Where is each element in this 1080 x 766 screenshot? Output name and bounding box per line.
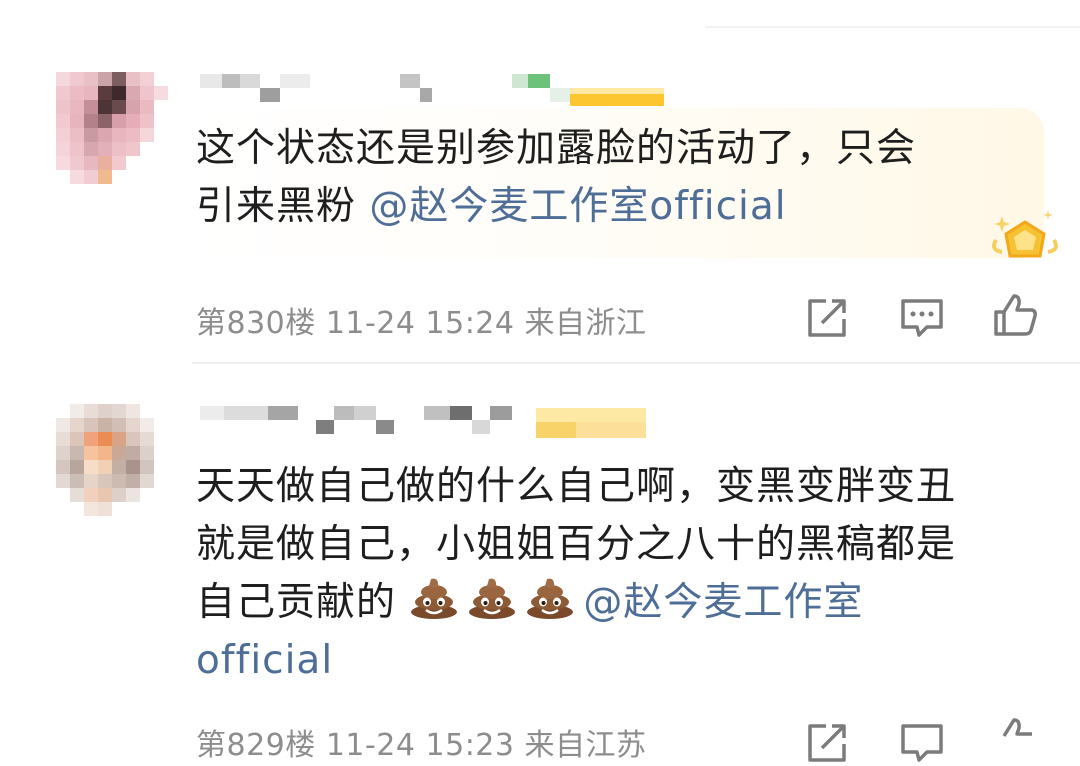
comment-line: 天天做自己做的什么自己啊，变黑变胖变丑 [196, 464, 957, 509]
floor-number: 第830楼 [196, 306, 316, 341]
share-icon[interactable] [804, 720, 850, 766]
comment-line: 就是做自己，小姐姐百分之八十的黑稿都是 [196, 522, 957, 567]
comment-meta: 第829楼 11-24 15:23 来自江苏 [196, 720, 647, 764]
mention-link[interactable]: @赵今麦工作室official [369, 184, 786, 229]
mention-link[interactable]: @赵今麦工作室 [583, 580, 863, 625]
avatar[interactable] [56, 72, 168, 184]
like-icon[interactable] [992, 716, 1038, 762]
vip-crown-icon [992, 210, 1058, 258]
comment-text-span: 自己贡献的 [196, 580, 397, 625]
poop-emoji [411, 578, 458, 619]
comment-text-span: 引来黑粉 [196, 184, 370, 229]
username-blurred[interactable] [200, 74, 570, 106]
comment-line: 引来黑粉 @赵今麦工作室official [196, 178, 916, 236]
poop-emoji [469, 578, 516, 619]
comment-text: 天天做自己做的什么自己啊，变黑变胖变丑 就是做自己，小姐姐百分之八十的黑稿都是 … [196, 458, 956, 690]
comment-text: 这个状态还是别参加露脸的活动了，只会 引来黑粉 @赵今麦工作室official [196, 120, 916, 236]
comment-meta: 第830楼 11-24 15:24 来自浙江 [196, 298, 647, 342]
comment-time: 11-24 15:24 [325, 306, 515, 341]
comment-item: 天天做自己做的什么自己啊，变黑变胖变丑 就是做自己，小姐姐百分之八十的黑稿都是 … [0, 368, 1080, 763]
poop-emoji [527, 578, 574, 619]
comment-time: 11-24 15:23 [325, 728, 515, 763]
share-icon[interactable] [804, 295, 850, 341]
reply-icon[interactable] [899, 295, 945, 341]
reply-icon[interactable] [899, 720, 945, 766]
comment-location: 来自浙江 [524, 306, 647, 341]
mention-link-continued[interactable]: official [196, 638, 333, 683]
comment-location: 来自江苏 [524, 728, 647, 763]
comment-item: 这个状态还是别参加露脸的活动了，只会 引来黑粉 @赵今麦工作室official … [0, 0, 1080, 365]
floor-number: 第829楼 [196, 728, 316, 763]
like-icon[interactable] [992, 292, 1038, 338]
username-blurred[interactable] [200, 406, 512, 438]
level-badge [536, 408, 646, 438]
comment-line: official [196, 632, 956, 690]
comment-divider [192, 362, 1080, 364]
avatar[interactable] [56, 404, 168, 516]
comment-line: 这个状态还是别参加露脸的活动了，只会 [196, 126, 917, 171]
comment-line: 自己贡献的 @赵今麦工作室 [196, 574, 956, 632]
